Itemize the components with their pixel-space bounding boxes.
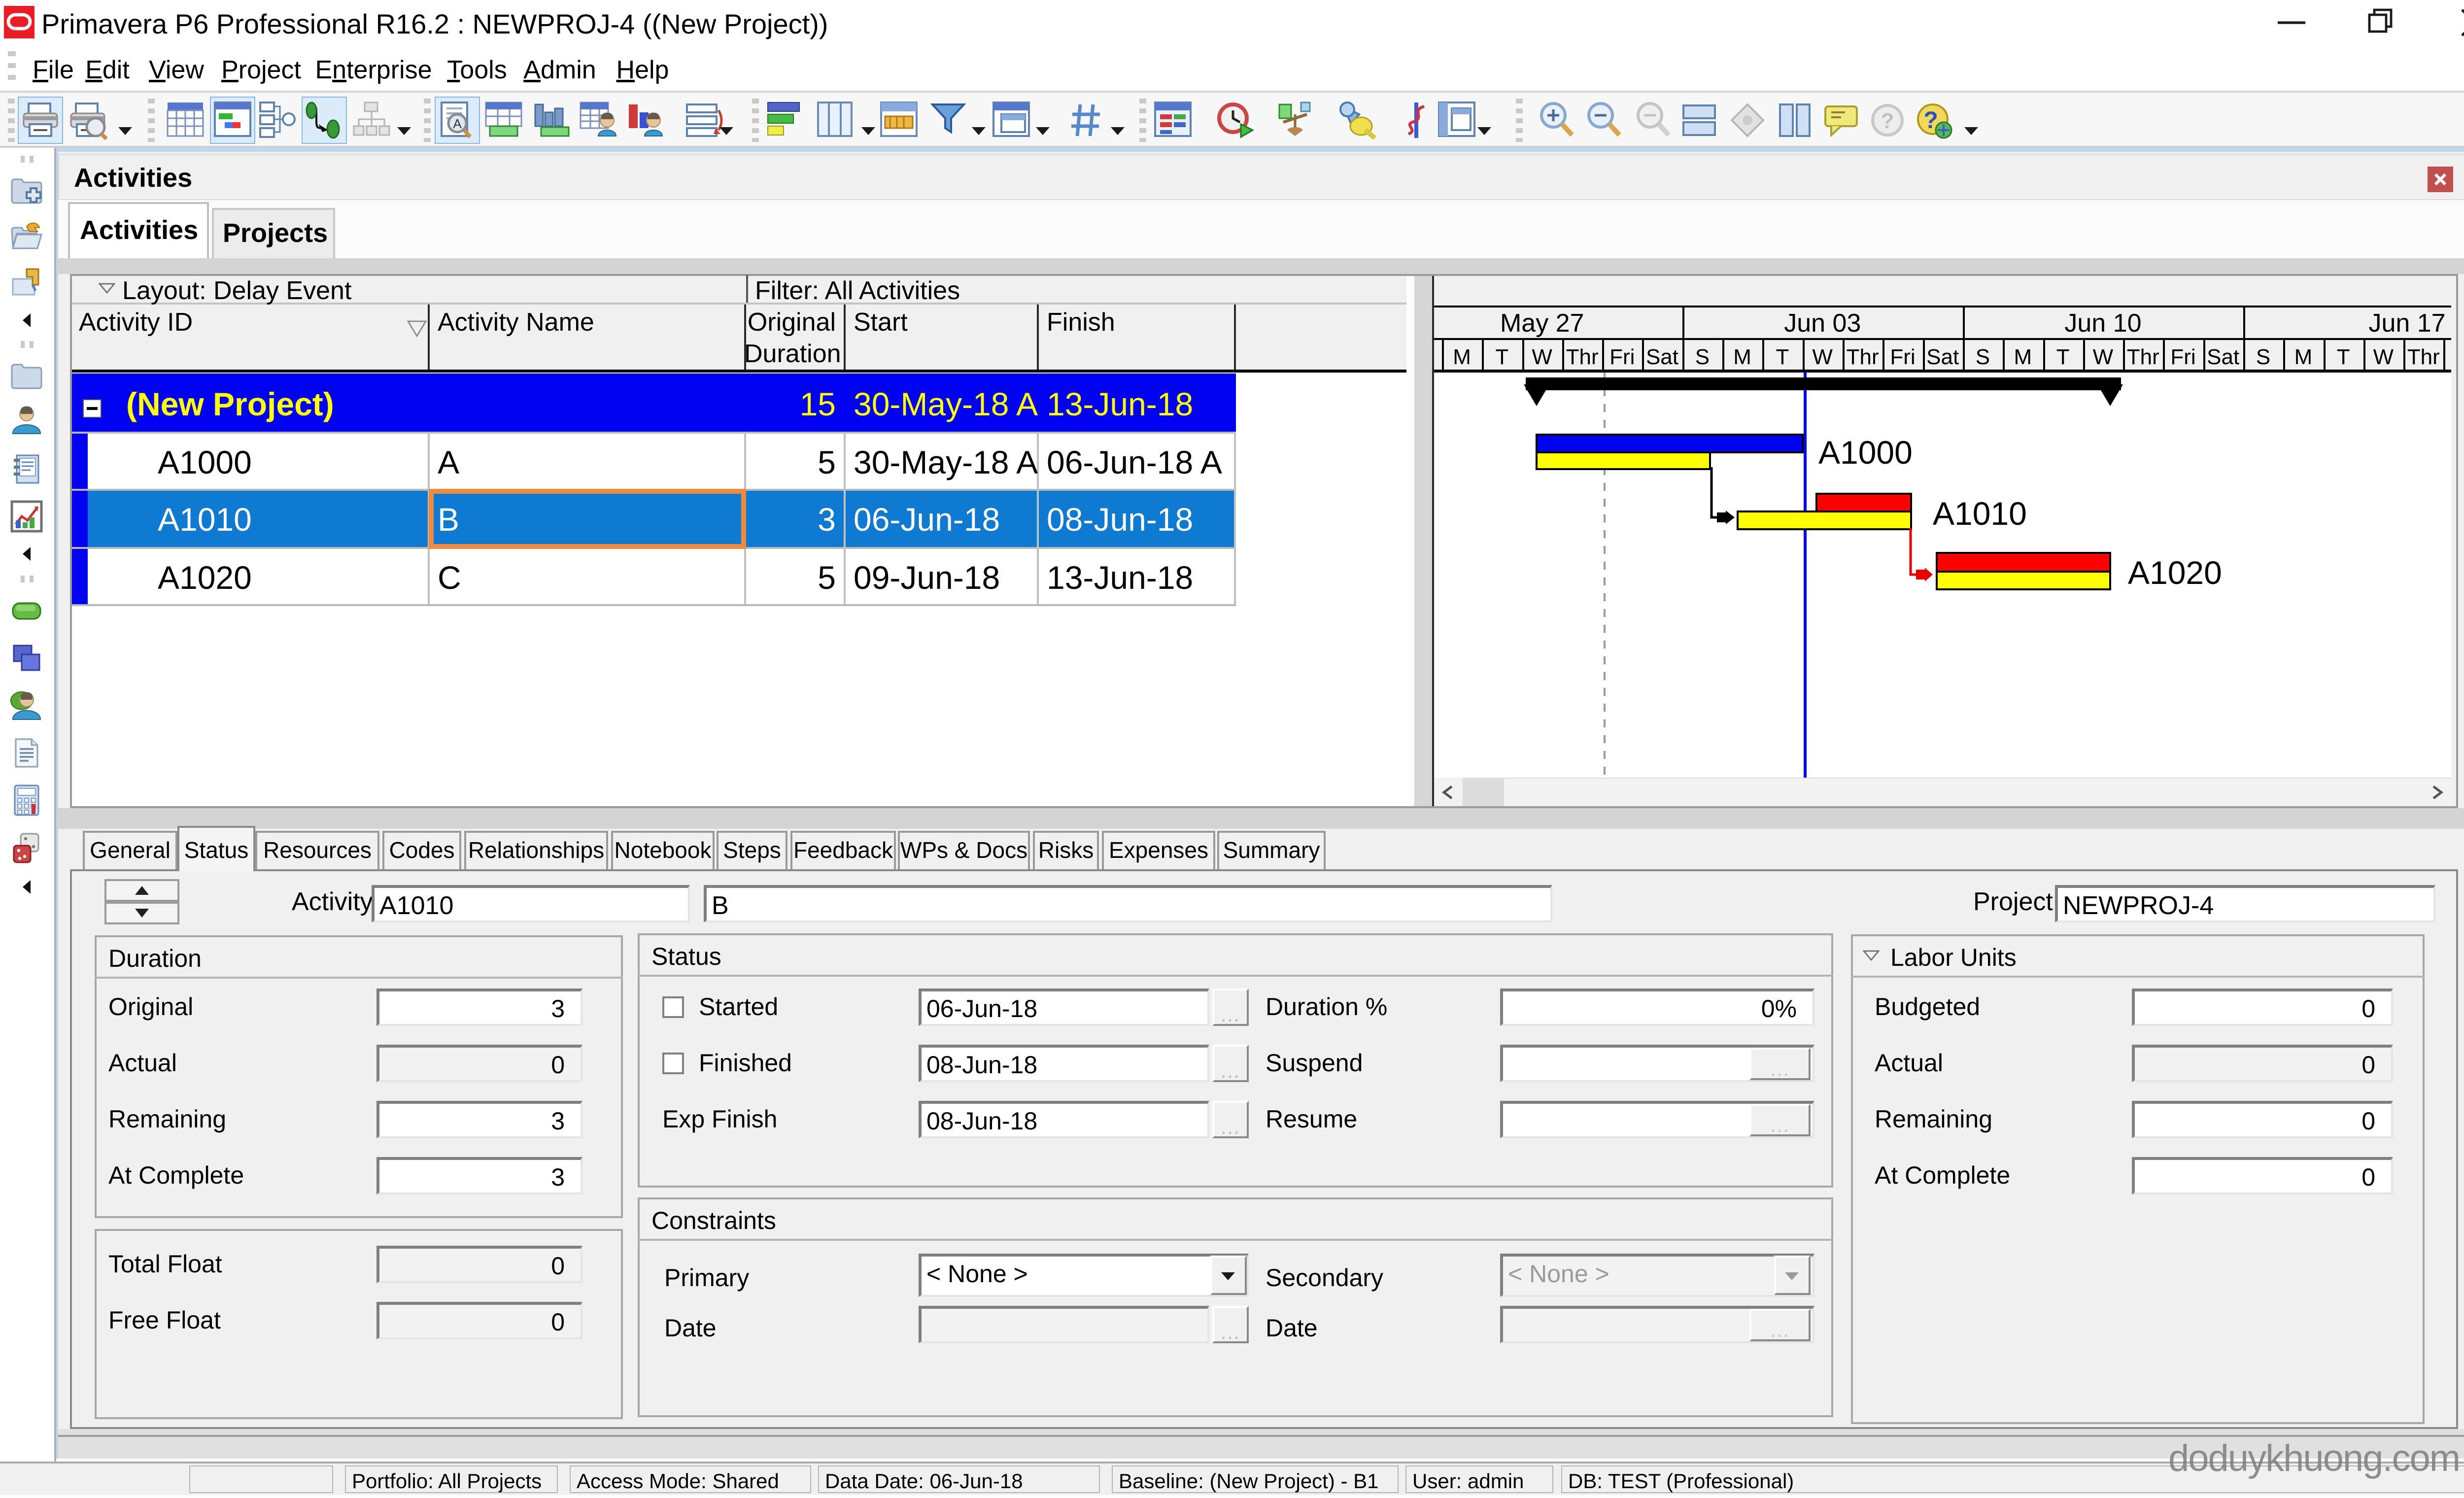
svg-text:?: ? (1881, 109, 1894, 133)
svg-text:A: A (453, 116, 462, 131)
